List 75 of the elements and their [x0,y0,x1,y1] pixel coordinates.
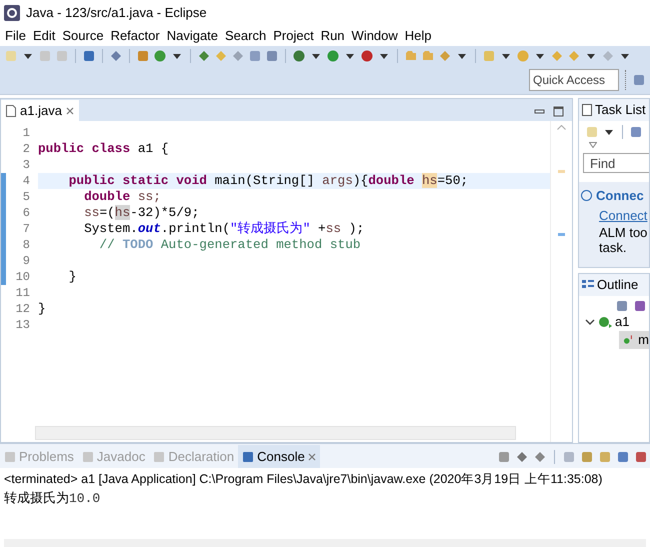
outline-icon [582,279,594,291]
console-output-label: 转成摄氏为 [4,489,69,507]
tab-icon [82,450,94,462]
maximize-icon[interactable] [553,106,564,117]
line-number: 10 [14,269,30,285]
code-line: ss=(hs-32)*5/9; [83,205,200,221]
line-number: 11 [14,285,30,301]
console-output-value: 10.0 [69,490,100,508]
caret-icon[interactable] [380,54,388,58]
find-field[interactable]: Find [583,153,649,173]
menu-item[interactable]: Window [348,26,401,46]
scroll-up-icon[interactable] [557,125,566,130]
tab-icon [153,450,166,462]
menu-item[interactable]: Run [318,26,348,46]
menu-item[interactable]: Project [270,26,317,46]
window-title: Java - 123/src/a1.java - Eclipse [26,4,207,22]
line-number: 7 [22,221,30,237]
code-line: System.out.println("转成摄氏为" +ss ); [83,221,366,237]
caret-icon[interactable] [605,130,613,134]
close-icon[interactable] [308,452,316,460]
menu-item[interactable]: Search [222,26,270,46]
connect-link[interactable]: Connect [599,206,647,225]
code-line: } [68,269,78,285]
tab-icon [4,450,16,462]
line-number: 8 [22,237,30,253]
connect-text: ALM too [599,225,647,240]
task-marker [558,233,565,236]
caret-icon[interactable] [458,54,466,58]
tab-icon [242,450,254,462]
stop-icon[interactable] [497,450,511,464]
connect-heading: Connec [596,187,644,205]
menu-item[interactable]: Navigate [164,26,222,46]
view-menu-icon[interactable] [589,142,597,148]
chevron-icon[interactable] [585,317,595,327]
line-number: 5 [22,189,30,205]
info-icon [581,190,592,202]
quick-access-field[interactable]: Quick Access [529,69,619,91]
menu-item[interactable]: Source [59,26,107,46]
menu-item[interactable]: File [2,26,29,46]
console-header: <terminated> a1 [Java Application] C:\Program Files\Java\jre7\bin\javaw.exe (2020年3月19日 上午11:35:08) [4,471,604,488]
line-number: 2 [22,141,30,157]
tree-item-label: m [638,331,649,350]
occurrence-marker [558,170,565,173]
code-line: } [38,301,47,317]
tree-item[interactable]: m [619,331,649,349]
line-number: 4 [22,173,30,189]
caret-icon[interactable] [536,54,544,58]
java-file-icon [6,104,16,116]
view-tab[interactable]: Console [238,445,320,468]
caret-icon[interactable] [587,54,595,58]
connect-text: task. [599,240,628,255]
line-number: 6 [22,205,30,221]
method-icon [623,335,634,345]
editor-tab[interactable]: a1.java [1,100,79,121]
horizontal-scrollbar[interactable] [35,426,516,440]
line-number: 1 [22,125,30,141]
caret-icon[interactable] [502,54,510,58]
close-icon[interactable] [66,106,74,114]
caret-icon[interactable] [621,54,629,58]
tree-item[interactable]: a1 [615,312,630,332]
line-number: 13 [14,317,30,333]
line-number: 12 [14,301,30,317]
code-line: // TODO Auto-generated method stub [98,237,362,253]
line-number: 3 [22,157,30,173]
caret-icon[interactable] [24,54,32,58]
menu-item[interactable]: Refactor [108,26,163,46]
caret-icon[interactable] [312,54,320,58]
menu-item[interactable]: Edit [30,26,58,46]
code-line: public class a1 { [38,141,170,157]
menu-item[interactable]: Help [402,26,435,46]
code-line: double ss; [83,189,162,205]
caret-icon[interactable] [346,54,354,58]
caret-icon[interactable] [173,54,181,58]
line-number: 9 [22,253,30,269]
class-icon [598,316,612,328]
